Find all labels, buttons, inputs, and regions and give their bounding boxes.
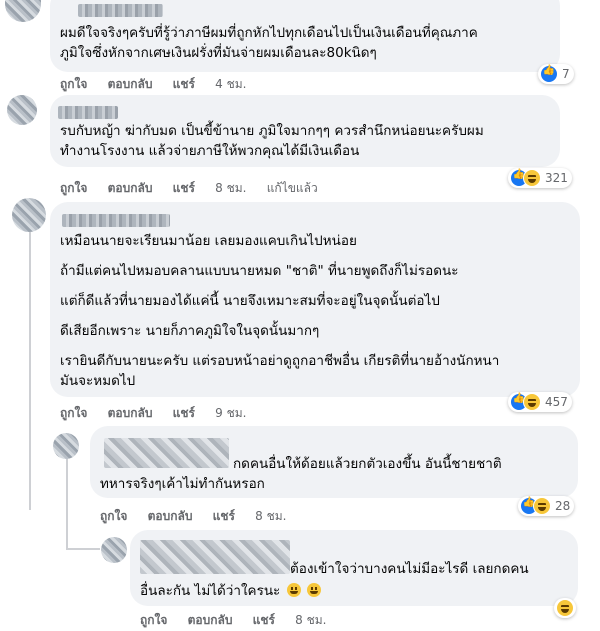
- avatar[interactable]: [7, 95, 37, 125]
- reaction-count: 7: [562, 67, 570, 81]
- timestamp[interactable]: 9 ชม.: [215, 406, 246, 420]
- commenter-name[interactable]: [58, 106, 118, 119]
- share-button[interactable]: แชร์: [173, 181, 195, 195]
- comment-text: ต้องเข้าใจว่าบางคนไม่มีอะไรดี เลยกดคน: [290, 561, 529, 577]
- timestamp[interactable]: 8 ชม.: [295, 613, 326, 627]
- haha-icon: [523, 169, 541, 187]
- like-button[interactable]: ถูกใจ: [100, 509, 127, 523]
- commenter-name[interactable]: [140, 540, 290, 574]
- timestamp[interactable]: 8 ชม.: [255, 509, 286, 523]
- share-button[interactable]: แชร์: [173, 406, 195, 420]
- share-button[interactable]: แชร์: [213, 509, 235, 523]
- haha-icon: [533, 497, 551, 515]
- comment-text: เหมือนนายจะเรียนมาน้อย เลยมองแคบเกินไปหน…: [60, 233, 357, 249]
- comment-actions: ถูกใจ ตอบกลับ แชร์ 8 ชม.: [140, 611, 343, 630]
- reaction-summary[interactable]: 7: [538, 64, 574, 84]
- comment-text: รบกับหญ้า ฆ่ากับมด เป็นขี้ข้านาย ภูมิใจม…: [60, 123, 484, 139]
- like-button[interactable]: ถูกใจ: [60, 181, 87, 195]
- comment-text: มันจะหมดไป: [60, 373, 136, 389]
- grinning-emoji-icon: [286, 583, 301, 597]
- like-icon: [540, 65, 558, 83]
- reaction-count: 28: [555, 499, 571, 513]
- comment-actions: ถูกใจ ตอบกลับ แชร์ 9 ชม.: [60, 404, 263, 423]
- avatar[interactable]: [5, 0, 41, 22]
- commenter-name[interactable]: [78, 4, 163, 17]
- haha-icon: [556, 599, 574, 617]
- reaction-summary[interactable]: 457: [508, 392, 572, 412]
- comment-text: ดีเสียอีกเพราะ นายก็ภาคภูมิใจในจุดนั้นมา…: [60, 323, 320, 339]
- reaction-summary[interactable]: 28: [518, 496, 575, 516]
- edited-label[interactable]: แก้ไขแล้ว: [267, 181, 318, 195]
- commenter-name[interactable]: [104, 438, 229, 468]
- comment-text: ภูมิใจซึ่งหักจากเศษเงินฝรั่งที่มันจ่ายผม…: [60, 45, 377, 61]
- haha-icon: [523, 393, 541, 411]
- thread-line: [29, 232, 31, 510]
- comment-text: ทำงานโรงงาน แล้วจ่ายภาษีให้พวกคุณได้มีเง…: [60, 143, 360, 159]
- share-button[interactable]: แชร์: [173, 77, 195, 91]
- comment-actions: ถูกใจ ตอบกลับ แชร์ 8 ชม. แก้ไขแล้ว: [60, 179, 334, 198]
- share-button[interactable]: แชร์: [253, 613, 275, 627]
- reply-button[interactable]: ตอบกลับ: [188, 613, 233, 627]
- comment-actions: ถูกใจ ตอบกลับ แชร์ 8 ชม.: [100, 507, 303, 526]
- like-button[interactable]: ถูกใจ: [60, 406, 87, 420]
- reaction-count: 457: [545, 395, 568, 409]
- avatar[interactable]: [53, 433, 79, 459]
- avatar[interactable]: [12, 198, 46, 232]
- reply-button[interactable]: ตอบกลับ: [108, 406, 153, 420]
- thread-connector: [66, 548, 100, 550]
- comment-text: กดคนอื่นให้ด้อยแล้วยกตัวเองขึ้น อันนี้ชา…: [233, 456, 502, 472]
- comment-text: แต่ก็ดีแล้วที่นายมองได้แค่นี้ นายจึงเหมา…: [60, 293, 440, 309]
- comment-text: ผมดีใจจริงๆครับที่รู้ว่าภาษีผมที่ถูกหักไ…: [60, 25, 478, 41]
- comment-text: ทหารจริงๆเค้าไม่ทำกันหรอก: [100, 476, 265, 492]
- grinning-emoji-icon: [306, 583, 321, 597]
- avatar[interactable]: [101, 537, 127, 563]
- comment-actions: ถูกใจ ตอบกลับ แชร์ 4 ชม.: [60, 75, 263, 94]
- reaction-summary[interactable]: [554, 598, 576, 618]
- comment-text: ถ้ามีแต่คนไปหมอบคลานแบบนายหมด "ชาติ" ที่…: [60, 263, 459, 279]
- timestamp[interactable]: 8 ชม.: [215, 181, 246, 195]
- commenter-name[interactable]: [62, 214, 170, 227]
- reply-button[interactable]: ตอบกลับ: [108, 181, 153, 195]
- like-button[interactable]: ถูกใจ: [140, 613, 167, 627]
- comment-text: เรายินดีกับนายนะครับ แต่รอบหน้าอย่าดูถูก…: [60, 353, 500, 369]
- reaction-summary[interactable]: 321: [508, 168, 572, 188]
- like-button[interactable]: ถูกใจ: [60, 77, 87, 91]
- reply-button[interactable]: ตอบกลับ: [148, 509, 193, 523]
- comment-text: อื่นละกัน ไม่ได้ว่าใครนะ: [140, 582, 321, 601]
- timestamp[interactable]: 4 ชม.: [215, 77, 246, 91]
- reply-button[interactable]: ตอบกลับ: [108, 77, 153, 91]
- reaction-count: 321: [545, 171, 568, 185]
